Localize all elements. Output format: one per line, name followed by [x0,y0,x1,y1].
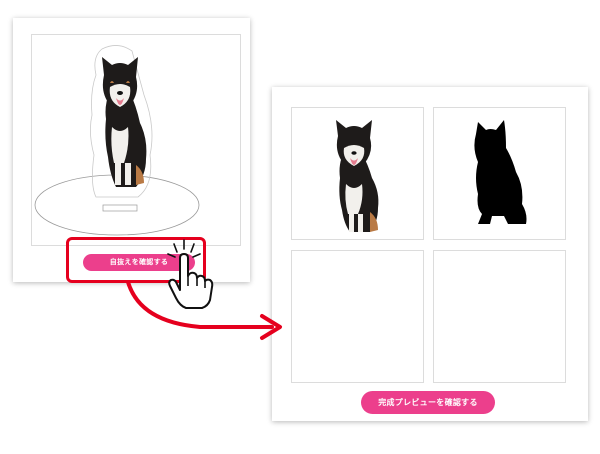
arrow-icon [126,280,282,340]
pointing-hand-icon [167,239,214,309]
